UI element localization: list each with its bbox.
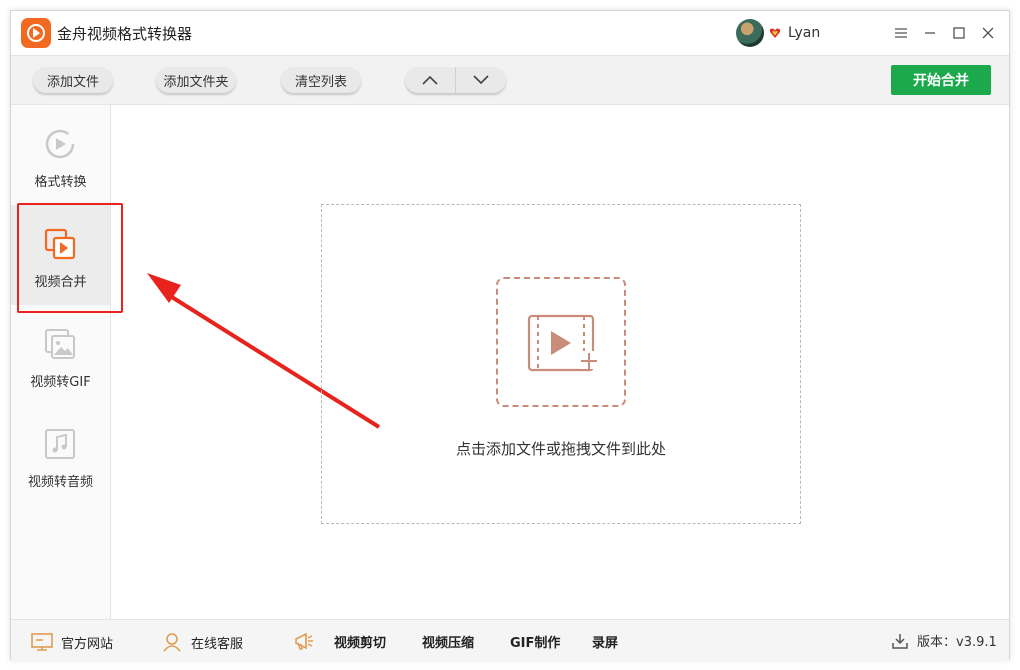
video-compress-link[interactable]: 视频压缩 [422,632,474,651]
download-update-icon [892,633,908,649]
official-website-link[interactable]: 官方网站 [31,632,113,652]
footer-bar: 官方网站 在线客服 视频剪切 视频压缩 GIF制作 录屏 版本：v3.9.1 [11,619,1009,661]
megaphone-icon [295,632,313,650]
gif-make-link[interactable]: GIF制作 [510,632,560,651]
official-website-label: 官方网站 [61,636,114,652]
video-cut-link[interactable]: 视频剪切 [334,632,386,651]
monitor-icon [31,633,53,651]
add-video-icon [527,314,598,372]
app-window: 金舟视频格式转换器 Lyan 添加文件 添加文件夹 清空列表 开始合并 格式转换… [10,10,1010,661]
file-drop-zone[interactable]: 点击添加文件或拖拽文件到此处 [321,204,801,524]
online-support-link[interactable]: 在线客服 [161,632,243,652]
screen-record-link[interactable]: 录屏 [592,632,618,651]
online-support-label: 在线客服 [191,636,244,652]
customer-service-icon [163,633,181,652]
add-video-box[interactable] [496,277,626,407]
drop-hint-text: 点击添加文件或拖拽文件到此处 [455,440,666,458]
version-info[interactable]: 版本：v3.9.1 [891,631,997,650]
version-label: 版本：v3.9.1 [917,635,997,650]
